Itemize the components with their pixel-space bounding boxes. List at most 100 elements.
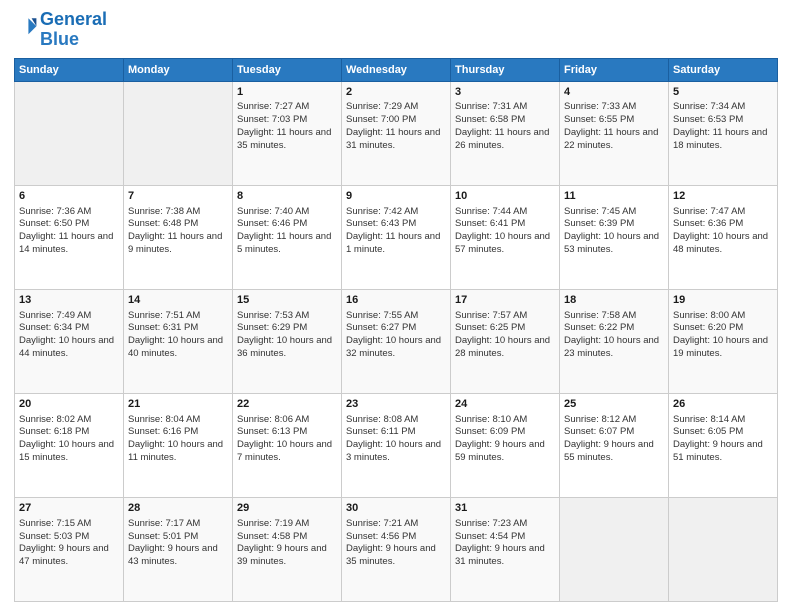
page: General Blue SundayMondayTuesdayWednesda… [0, 0, 792, 612]
day-info: Sunrise: 7:44 AM Sunset: 6:41 PM Dayligh… [455, 206, 555, 257]
day-number: 2 [346, 85, 446, 100]
calendar-cell: 7 Sunrise: 7:38 AM Sunset: 6:48 PM Daylig… [124, 185, 233, 289]
day-number: 16 [346, 293, 446, 308]
calendar-week-row: 20Sunrise: 8:02 AM Sunset: 6:18 PM Dayli… [15, 393, 778, 497]
calendar-cell: 29 Sunrise: 7:19 AM Sunset: 4:58 PM Dayli… [233, 497, 342, 601]
calendar-cell: 3Sunrise: 7:31 AM Sunset: 6:58 PM Daylig… [451, 81, 560, 185]
calendar-cell: 8 Sunrise: 7:40 AM Sunset: 6:46 PM Daylig… [233, 185, 342, 289]
calendar-cell: 15 Sunrise: 7:53 AM Sunset: 6:29 PM Dayli… [233, 289, 342, 393]
calendar-week-row: 13 Sunrise: 7:49 AM Sunset: 6:34 PM Dayli… [15, 289, 778, 393]
day-info: Sunrise: 7:53 AM Sunset: 6:29 PM Dayligh… [237, 310, 337, 361]
day-number: 17 [455, 293, 555, 308]
day-info: Sunrise: 7:27 AM Sunset: 7:03 PM Dayligh… [237, 101, 337, 152]
day-number: 11 [564, 189, 664, 204]
calendar-cell: 16Sunrise: 7:55 AM Sunset: 6:27 PM Dayli… [342, 289, 451, 393]
calendar-cell: 14 Sunrise: 7:51 AM Sunset: 6:31 PM Dayli… [124, 289, 233, 393]
day-number: 26 [673, 397, 773, 412]
calendar-week-row: 27 Sunrise: 7:15 AM Sunset: 5:03 PM Dayli… [15, 497, 778, 601]
day-number: 29 [237, 501, 337, 516]
calendar-week-row: 6 Sunrise: 7:36 AM Sunset: 6:50 PM Daylig… [15, 185, 778, 289]
day-info: Sunrise: 8:10 AM Sunset: 6:09 PM Dayligh… [455, 414, 555, 465]
calendar-cell: 17Sunrise: 7:57 AM Sunset: 6:25 PM Dayli… [451, 289, 560, 393]
calendar-cell: 1Sunrise: 7:27 AM Sunset: 7:03 PM Daylig… [233, 81, 342, 185]
day-info: Sunrise: 7:31 AM Sunset: 6:58 PM Dayligh… [455, 101, 555, 152]
day-info: Sunrise: 7:34 AM Sunset: 6:53 PM Dayligh… [673, 101, 773, 152]
day-number: 21 [128, 397, 228, 412]
day-number: 23 [346, 397, 446, 412]
calendar-cell: 5Sunrise: 7:34 AM Sunset: 6:53 PM Daylig… [669, 81, 778, 185]
day-info: Sunrise: 7:49 AM Sunset: 6:34 PM Dayligh… [19, 310, 119, 361]
day-number: 27 [19, 501, 119, 516]
day-info: Sunrise: 8:04 AM Sunset: 6:16 PM Dayligh… [128, 414, 228, 465]
day-info: Sunrise: 7:17 AM Sunset: 5:01 PM Dayligh… [128, 518, 228, 569]
calendar-day-header: Tuesday [233, 58, 342, 81]
day-info: Sunrise: 7:40 AM Sunset: 6:46 PM Dayligh… [237, 206, 337, 257]
calendar-cell: 26 Sunrise: 8:14 AM Sunset: 6:05 PM Dayli… [669, 393, 778, 497]
day-info: Sunrise: 7:45 AM Sunset: 6:39 PM Dayligh… [564, 206, 664, 257]
logo-text: General Blue [40, 10, 107, 50]
day-info: Sunrise: 7:21 AM Sunset: 4:56 PM Dayligh… [346, 518, 446, 569]
calendar-cell: 23 Sunrise: 8:08 AM Sunset: 6:11 PM Dayli… [342, 393, 451, 497]
calendar-cell: 9Sunrise: 7:42 AM Sunset: 6:43 PM Daylig… [342, 185, 451, 289]
calendar-cell: 12 Sunrise: 7:47 AM Sunset: 6:36 PM Dayli… [669, 185, 778, 289]
calendar-table: SundayMondayTuesdayWednesdayThursdayFrid… [14, 58, 778, 602]
calendar-week-row: 1Sunrise: 7:27 AM Sunset: 7:03 PM Daylig… [15, 81, 778, 185]
day-number: 1 [237, 85, 337, 100]
calendar-cell: 11 Sunrise: 7:45 AM Sunset: 6:39 PM Dayli… [560, 185, 669, 289]
logo-icon [14, 15, 38, 39]
calendar-day-header: Monday [124, 58, 233, 81]
day-info: Sunrise: 7:19 AM Sunset: 4:58 PM Dayligh… [237, 518, 337, 569]
day-info: Sunrise: 7:38 AM Sunset: 6:48 PM Dayligh… [128, 206, 228, 257]
calendar-cell: 25Sunrise: 8:12 AM Sunset: 6:07 PM Dayli… [560, 393, 669, 497]
day-number: 13 [19, 293, 119, 308]
day-number: 15 [237, 293, 337, 308]
calendar-cell: 4Sunrise: 7:33 AM Sunset: 6:55 PM Daylig… [560, 81, 669, 185]
calendar-body: 1Sunrise: 7:27 AM Sunset: 7:03 PM Daylig… [15, 81, 778, 601]
day-number: 9 [346, 189, 446, 204]
day-info: Sunrise: 7:23 AM Sunset: 4:54 PM Dayligh… [455, 518, 555, 569]
day-info: Sunrise: 7:15 AM Sunset: 5:03 PM Dayligh… [19, 518, 119, 569]
day-number: 5 [673, 85, 773, 100]
day-info: Sunrise: 7:47 AM Sunset: 6:36 PM Dayligh… [673, 206, 773, 257]
day-number: 12 [673, 189, 773, 204]
day-number: 20 [19, 397, 119, 412]
calendar-day-header: Friday [560, 58, 669, 81]
day-number: 8 [237, 189, 337, 204]
calendar-day-header: Sunday [15, 58, 124, 81]
day-info: Sunrise: 7:36 AM Sunset: 6:50 PM Dayligh… [19, 206, 119, 257]
calendar-cell: 24 Sunrise: 8:10 AM Sunset: 6:09 PM Dayli… [451, 393, 560, 497]
calendar-cell: 27 Sunrise: 7:15 AM Sunset: 5:03 PM Dayli… [15, 497, 124, 601]
day-info: Sunrise: 8:14 AM Sunset: 6:05 PM Dayligh… [673, 414, 773, 465]
calendar-day-header: Thursday [451, 58, 560, 81]
day-number: 28 [128, 501, 228, 516]
day-info: Sunrise: 8:08 AM Sunset: 6:11 PM Dayligh… [346, 414, 446, 465]
calendar-cell [560, 497, 669, 601]
day-info: Sunrise: 7:29 AM Sunset: 7:00 PM Dayligh… [346, 101, 446, 152]
calendar-cell: 20Sunrise: 8:02 AM Sunset: 6:18 PM Dayli… [15, 393, 124, 497]
day-info: Sunrise: 7:51 AM Sunset: 6:31 PM Dayligh… [128, 310, 228, 361]
day-number: 24 [455, 397, 555, 412]
calendar-cell [15, 81, 124, 185]
calendar-cell: 10Sunrise: 7:44 AM Sunset: 6:41 PM Dayli… [451, 185, 560, 289]
calendar-cell: 28 Sunrise: 7:17 AM Sunset: 5:01 PM Dayli… [124, 497, 233, 601]
calendar-day-header: Wednesday [342, 58, 451, 81]
day-info: Sunrise: 8:06 AM Sunset: 6:13 PM Dayligh… [237, 414, 337, 465]
calendar-cell: 6 Sunrise: 7:36 AM Sunset: 6:50 PM Daylig… [15, 185, 124, 289]
day-info: Sunrise: 8:12 AM Sunset: 6:07 PM Dayligh… [564, 414, 664, 465]
day-number: 14 [128, 293, 228, 308]
calendar-cell: 18Sunrise: 7:58 AM Sunset: 6:22 PM Dayli… [560, 289, 669, 393]
day-info: Sunrise: 7:33 AM Sunset: 6:55 PM Dayligh… [564, 101, 664, 152]
day-number: 3 [455, 85, 555, 100]
day-number: 18 [564, 293, 664, 308]
day-number: 7 [128, 189, 228, 204]
calendar-cell [124, 81, 233, 185]
calendar-cell: 22Sunrise: 8:06 AM Sunset: 6:13 PM Dayli… [233, 393, 342, 497]
calendar-cell: 31 Sunrise: 7:23 AM Sunset: 4:54 PM Dayli… [451, 497, 560, 601]
day-number: 30 [346, 501, 446, 516]
calendar-day-header: Saturday [669, 58, 778, 81]
day-number: 19 [673, 293, 773, 308]
day-number: 6 [19, 189, 119, 204]
logo: General Blue [14, 10, 107, 50]
day-number: 31 [455, 501, 555, 516]
calendar-cell: 21 Sunrise: 8:04 AM Sunset: 6:16 PM Dayli… [124, 393, 233, 497]
